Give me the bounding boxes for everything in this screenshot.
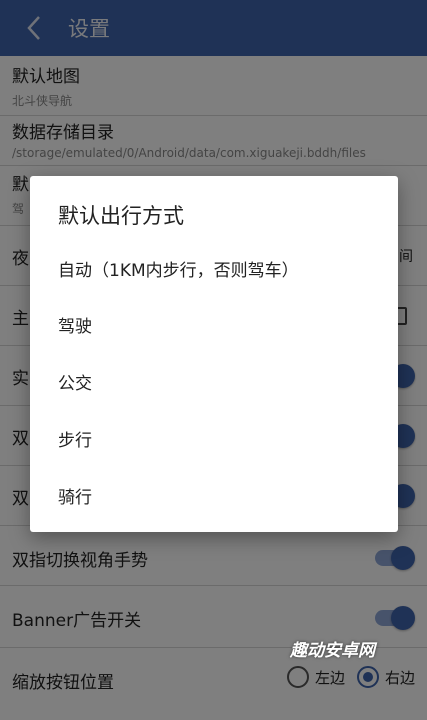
- travel-mode-dialog: 默认出行方式 自动（1KM内步行，否则驾车） 驾驶 公交 步行 骑行: [30, 176, 398, 532]
- dialog-option-transit[interactable]: 公交: [30, 353, 398, 409]
- dialog-option-auto[interactable]: 自动（1KM内步行，否则驾车）: [30, 240, 398, 296]
- dialog-option-drive[interactable]: 驾驶: [30, 296, 398, 352]
- watermark: 趣动安卓网: [290, 641, 375, 661]
- dialog-option-bike[interactable]: 骑行: [30, 467, 398, 523]
- dialog-title: 默认出行方式: [58, 204, 184, 228]
- dialog-option-walk[interactable]: 步行: [30, 410, 398, 466]
